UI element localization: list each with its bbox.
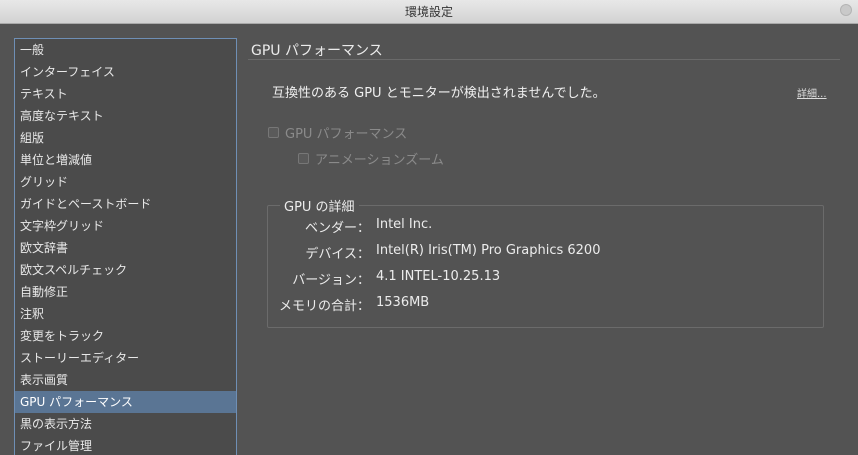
gpu-performance-checkbox-row[interactable]: GPU パフォーマンス [268, 123, 407, 142]
vendor-value: Intel Inc. [376, 217, 433, 232]
gpu-performance-checkbox-label: GPU パフォーマンス [285, 127, 408, 142]
window-title: 環境設定 [404, 5, 453, 19]
window-titlebar: 環境設定 [0, 0, 858, 24]
sidebar-item-story-editor[interactable]: ストーリーエディター [15, 347, 236, 369]
sidebar-item-frame-grid[interactable]: 文字枠グリッド [15, 215, 236, 237]
animated-zoom-checkbox[interactable] [298, 153, 309, 164]
sidebar-item-file-handling[interactable]: ファイル管理 [15, 435, 236, 455]
sidebar-item-interface[interactable]: インターフェイス [15, 61, 236, 83]
sidebar-item-track-changes[interactable]: 変更をトラック [15, 325, 236, 347]
sidebar-item-composition[interactable]: 組版 [15, 127, 236, 149]
gpu-performance-checkbox[interactable] [268, 127, 279, 138]
device-value: Intel(R) Iris(TM) Pro Graphics 6200 [376, 243, 601, 258]
sidebar-item-autocorrect[interactable]: 自動修正 [15, 281, 236, 303]
sidebar-item-advanced-text[interactable]: 高度なテキスト [15, 105, 236, 127]
version-value: 4.1 INTEL-10.25.13 [376, 269, 501, 284]
window-control-icon[interactable] [840, 4, 852, 16]
memory-value: 1536MB [376, 295, 430, 310]
sidebar-item-units-increments[interactable]: 単位と増減値 [15, 149, 236, 171]
section-title: GPU パフォーマンス [251, 43, 383, 59]
version-label: バージョン： [292, 273, 370, 288]
section-divider [248, 59, 840, 60]
animated-zoom-checkbox-row[interactable]: アニメーションズーム [298, 149, 444, 168]
gpu-details-title: GPU の詳細 [280, 196, 359, 215]
sidebar-item-guides-pasteboard[interactable]: ガイドとペーストボード [15, 193, 236, 215]
gpu-warning-text: 互換性のある GPU とモニターが検出されませんでした。 [272, 86, 606, 101]
animated-zoom-checkbox-label: アニメーションズーム [315, 153, 444, 168]
sidebar-item-notes[interactable]: 注釈 [15, 303, 236, 325]
details-link[interactable]: 詳細... [797, 85, 827, 100]
sidebar-item-dictionary[interactable]: 欧文辞書 [15, 237, 236, 259]
sidebar-item-grids[interactable]: グリッド [15, 171, 236, 193]
device-label: デバイス： [305, 247, 370, 262]
sidebar-item-gpu-performance[interactable]: GPU パフォーマンス [15, 391, 236, 413]
sidebar-item-text[interactable]: テキスト [15, 83, 236, 105]
sidebar-item-spelling[interactable]: 欧文スペルチェック [15, 259, 236, 281]
sidebar-item-display-performance[interactable]: 表示画質 [15, 369, 236, 391]
vendor-label: ベンダー： [304, 221, 370, 236]
preferences-sidebar: 一般 インターフェイス テキスト 高度なテキスト 組版 単位と増減値 グリッド … [14, 38, 237, 455]
sidebar-item-appearance-of-black[interactable]: 黒の表示方法 [15, 413, 236, 435]
sidebar-item-general[interactable]: 一般 [15, 39, 236, 61]
memory-label: メモリの合計： [278, 299, 370, 314]
